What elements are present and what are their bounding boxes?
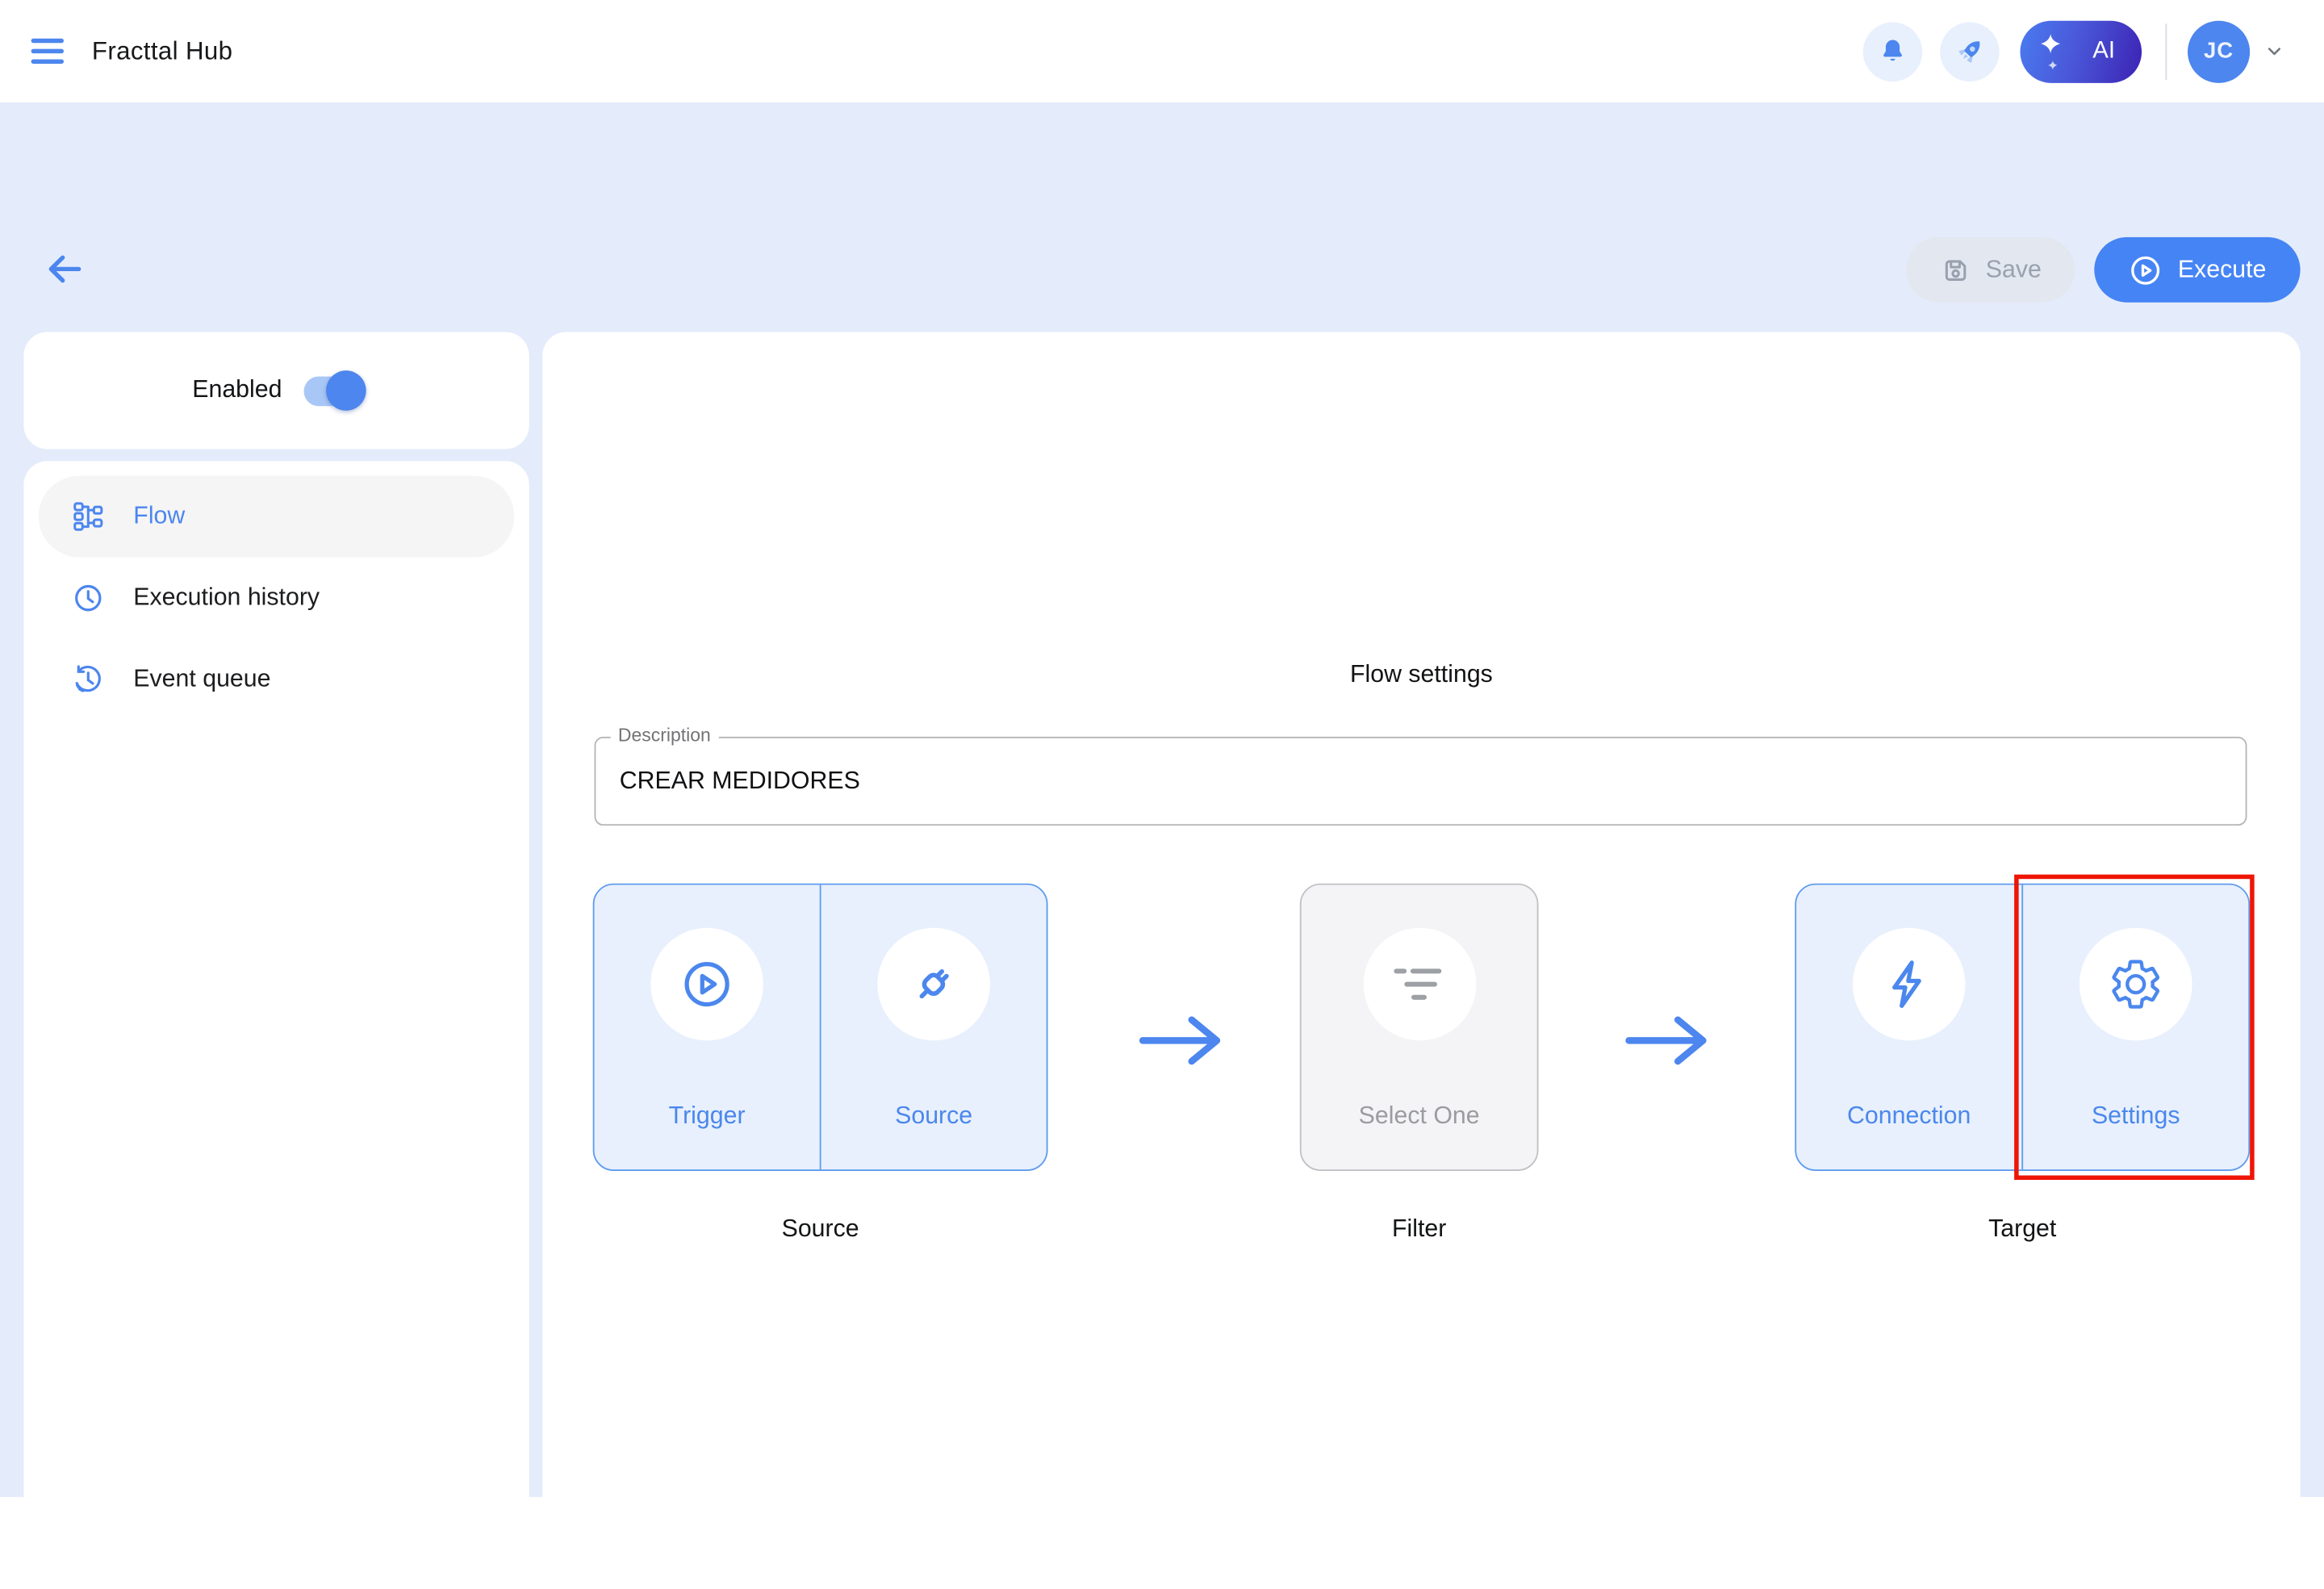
arrow-left-icon [43,248,86,291]
source-step[interactable]: Source [820,885,1047,1170]
target-step-card: Connection Settings [1795,884,2250,1171]
filter-icon [1390,960,1448,1008]
schema-icon [69,500,105,533]
play-circle-icon [679,956,735,1013]
history-icon [69,663,105,696]
avatar[interactable]: JC [2188,20,2250,82]
step-icon-circle [1853,928,1966,1041]
ai-assistant-button[interactable]: AI [2020,20,2142,82]
enabled-toggle[interactable] [304,376,361,406]
topbar-divider [2165,23,2167,79]
sidebar-item-label: Flow [133,503,185,531]
page-title: Flow settings [542,661,2300,689]
whats-new-button[interactable] [1940,22,1999,81]
sidebar-item-flow[interactable]: Flow [39,476,515,558]
description-field-label: Description [611,725,718,746]
step-icon-circle [2079,928,2192,1041]
sidebar-item-event-queue[interactable]: Event queue [39,639,515,721]
clock-icon [69,581,105,615]
app-root: Fracttal Hub [0,0,2324,1511]
app-title: Fracttal Hub [92,36,232,66]
group-caption-source: Source [593,1215,1048,1244]
step-label: Select One [1302,1103,1537,1131]
ai-button-label: AI [2092,38,2115,65]
enabled-label: Enabled [192,377,282,405]
step-label: Connection [1796,1103,2021,1131]
step-icon-circle [650,928,763,1041]
save-icon [1940,254,1971,286]
step-label: Source [821,1103,1047,1131]
topbar: Fracttal Hub [0,0,2324,102]
plug-icon [905,956,962,1013]
sidebar-nav: Flow Execution history [23,461,529,1589]
arrow-right-icon [1139,1012,1225,1068]
chevron-down-icon [2263,40,2286,63]
arrow-right-icon [1624,1012,1711,1068]
flow-diagram: Trigger Source [593,884,2250,1269]
sidebar-item-execution-history[interactable]: Execution history [39,558,515,639]
sidebar-item-label: Event queue [133,666,270,694]
notifications-button[interactable] [1863,22,1922,81]
save-button-label: Save [1986,256,2042,284]
execute-button[interactable]: Execute [2095,237,2301,303]
source-step-card: Trigger Source [593,884,1048,1171]
step-icon-circle [877,928,990,1041]
settings-step[interactable]: Settings [2021,885,2248,1170]
sparkle-icon [2041,33,2060,52]
filter-step[interactable]: Select One [1302,885,1537,1170]
step-label: Trigger [595,1103,820,1131]
account-menu-button[interactable] [2263,40,2286,63]
rocket-icon [1952,33,1988,69]
menu-icon[interactable] [31,39,64,64]
lightning-icon [1881,956,1937,1013]
enabled-card: Enabled [23,332,529,449]
sidebar: Enabled [23,332,529,1589]
group-caption-target: Target [1795,1215,2250,1244]
step-icon-circle [1363,928,1476,1041]
gear-icon [2108,956,2164,1013]
flow-settings-card: Flow settings Description Tr [542,332,2300,1589]
execute-button-label: Execute [2178,256,2267,284]
step-label: Settings [2023,1103,2248,1131]
toolbar-actions: Save Execute [1906,237,2301,303]
trigger-step[interactable]: Trigger [595,885,820,1170]
bell-icon [1876,35,1908,67]
topbar-right: AI JC [1863,20,2285,82]
play-circle-icon [2129,253,2163,286]
group-caption-filter: Filter [1300,1215,1539,1244]
back-button[interactable] [43,248,86,291]
connection-step[interactable]: Connection [1796,885,2021,1170]
workspace-background: Save Execute Enabled [0,102,2324,1497]
sidebar-item-label: Execution history [133,584,320,613]
description-input[interactable] [596,738,2245,825]
save-button[interactable]: Save [1906,237,2076,303]
sparkle-icon-small [2048,60,2057,69]
description-field: Description [595,737,2247,826]
filter-step-card: Select One [1300,884,1539,1171]
